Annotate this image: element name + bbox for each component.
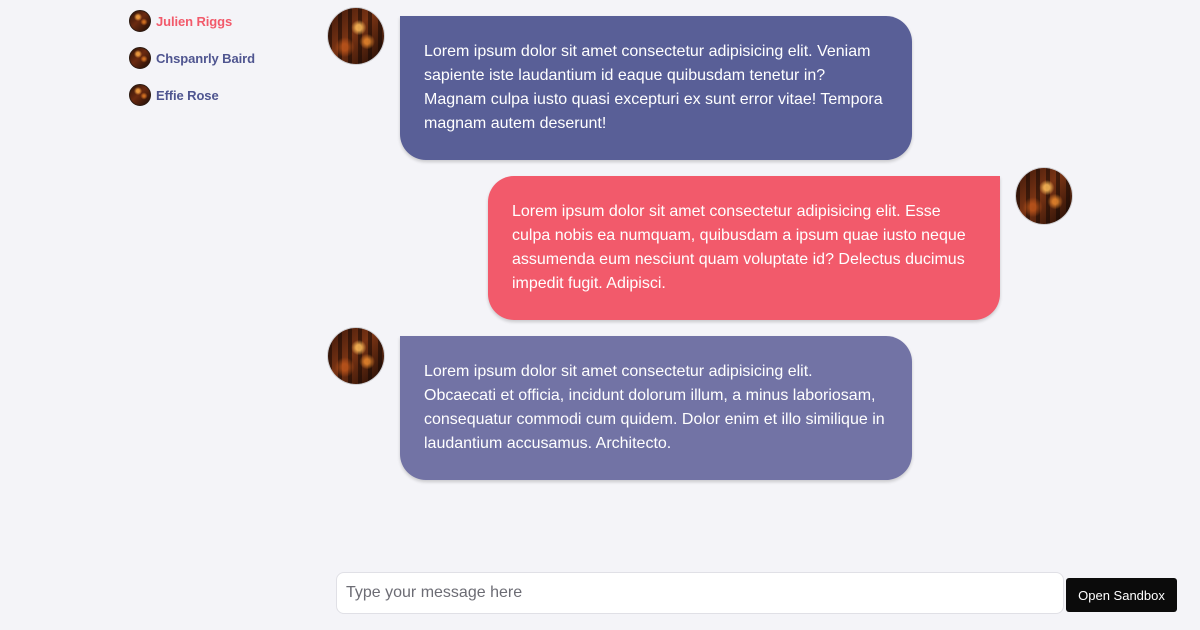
message-bubble-outgoing: Lorem ipsum dolor sit amet consectetur a…	[488, 176, 1000, 320]
message-bubble-incoming: Lorem ipsum dolor sit amet consectetur a…	[400, 16, 912, 160]
message-bubble-incoming: Lorem ipsum dolor sit amet consectetur a…	[400, 336, 912, 480]
contact-name: Effie Rose	[156, 87, 219, 103]
chat-page: Julien Riggs Chspanrly Baird Effie Rose …	[0, 0, 1200, 630]
contact-item-julien-riggs[interactable]: Julien Riggs	[129, 10, 309, 32]
contact-list: Julien Riggs Chspanrly Baird Effie Rose	[129, 10, 309, 121]
contact-name: Chspanrly Baird	[156, 50, 255, 66]
message-avatar	[328, 328, 384, 384]
contact-name: Julien Riggs	[156, 13, 233, 29]
contact-item-effie-rose[interactable]: Effie Rose	[129, 84, 309, 106]
message-avatar	[328, 8, 384, 64]
contact-item-chspanrly-baird[interactable]: Chspanrly Baird	[129, 47, 309, 69]
contact-avatar-icon	[129, 10, 151, 32]
message-input[interactable]	[336, 572, 1064, 614]
contact-avatar-icon	[129, 47, 151, 69]
open-sandbox-button[interactable]: Open Sandbox	[1066, 578, 1177, 612]
message-avatar	[1016, 168, 1072, 224]
contact-avatar-icon	[129, 84, 151, 106]
